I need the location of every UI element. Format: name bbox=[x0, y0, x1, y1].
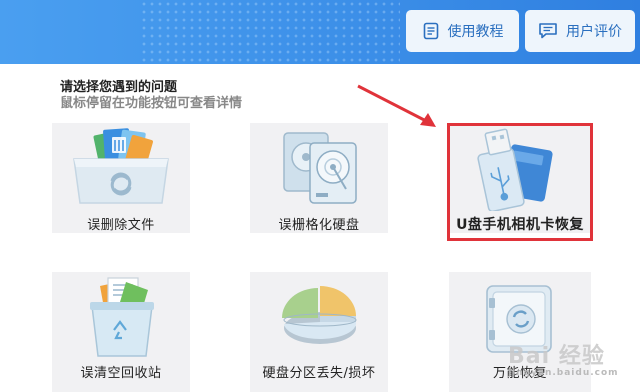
user-review-label: 用户评价 bbox=[566, 24, 622, 40]
tile-formatted-disk[interactable]: 误栅格化硬盘 bbox=[250, 123, 388, 233]
tile-usb-card-recovery-label: U盘手机相机卡恢复 bbox=[456, 217, 584, 233]
tile-recycle-bin-label: 误清空回收站 bbox=[80, 366, 162, 381]
tile-deleted-files-label: 误删除文件 bbox=[87, 218, 155, 233]
watermark-text: Bai 经验 bbox=[508, 344, 605, 369]
tutorial-label: 使用教程 bbox=[447, 24, 504, 40]
tile-recycle-bin[interactable]: 误清空回收站 bbox=[52, 272, 190, 392]
recycle-bin-icon bbox=[52, 272, 190, 360]
user-review-button[interactable]: 用户评价 bbox=[525, 10, 635, 52]
tutorial-button[interactable]: 使用教程 bbox=[406, 10, 519, 52]
tile-usb-card-recovery[interactable]: U盘手机相机卡恢复 bbox=[449, 123, 591, 233]
tile-partition-lost-label: 硬盘分区丢失/损坏 bbox=[262, 366, 376, 381]
partition-pie-icon bbox=[250, 272, 388, 360]
formatted-disk-icon bbox=[250, 123, 388, 211]
tile-deleted-files[interactable]: 误删除文件 bbox=[52, 123, 190, 233]
tile-partition-lost[interactable]: 硬盘分区丢失/损坏 bbox=[250, 272, 388, 392]
tile-formatted-disk-label: 误栅格化硬盘 bbox=[278, 218, 360, 233]
watermark-sub: jingyan.baidu.com bbox=[508, 368, 619, 378]
comment-icon bbox=[538, 22, 558, 40]
document-icon bbox=[422, 22, 440, 40]
watermark: Bai 经验 jingyan.baidu.com bbox=[508, 338, 619, 378]
top-banner: 使用教程 用户评价 bbox=[0, 0, 640, 64]
deleted-files-icon bbox=[52, 123, 190, 211]
page-subtitle: 鼠标停留在功能按钮可查看详情 bbox=[60, 96, 243, 111]
usb-sdcard-icon bbox=[449, 123, 591, 213]
banner-pattern bbox=[140, 0, 400, 64]
